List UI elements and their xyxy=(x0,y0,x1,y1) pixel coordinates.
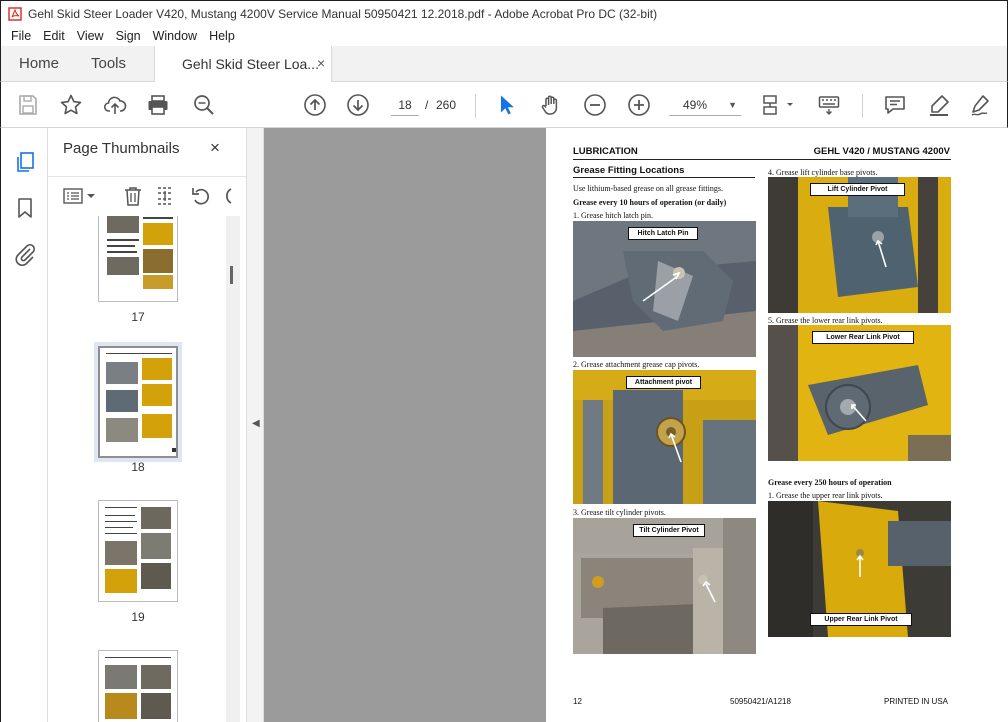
select-cursor-icon[interactable] xyxy=(495,93,519,117)
document-view[interactable]: LUBRICATION GEHL V420 / MUSTANG 4200V Gr… xyxy=(264,128,1008,722)
photo-attachment-pivot: Attachment pivot xyxy=(573,370,756,504)
rotate-left-icon[interactable] xyxy=(190,185,212,207)
toolbar: 18 / 260 49% ▼ xyxy=(0,82,1008,128)
page-display-icon[interactable] xyxy=(761,93,795,117)
menu-view[interactable]: View xyxy=(71,29,110,43)
page-header-right: GEHL V420 / MUSTANG 4200V xyxy=(813,146,950,157)
page-separator: / xyxy=(425,98,429,112)
photo-label: Lift Cylinder Pivot xyxy=(810,183,905,196)
left-navigation-rail xyxy=(0,128,48,722)
panel-toolbar xyxy=(48,176,246,214)
comment-icon[interactable] xyxy=(883,93,907,117)
pdf-page: LUBRICATION GEHL V420 / MUSTANG 4200V Gr… xyxy=(546,128,1008,722)
page-footer-printed: PRINTED IN USA xyxy=(884,697,949,706)
extract-page-icon[interactable] xyxy=(154,185,176,207)
close-panel-icon[interactable]: × xyxy=(210,138,220,158)
photo-hitch-latch-pin: Hitch Latch Pin xyxy=(573,221,756,357)
delete-page-icon[interactable] xyxy=(122,185,144,207)
window-title: Gehl Skid Steer Loader V420, Mustang 420… xyxy=(28,6,658,21)
title-bar: Gehl Skid Steer Loader V420, Mustang 420… xyxy=(0,0,1008,26)
zoom-value: 49% xyxy=(683,98,708,112)
toolbar-divider xyxy=(475,94,476,118)
scrollbar-thumb[interactable] xyxy=(230,266,233,284)
step-text: 4. Grease lift cylinder base pivots. xyxy=(768,168,878,177)
next-page-icon[interactable] xyxy=(346,93,370,117)
photo-tilt-cylinder-pivot: Tilt Cylinder Pivot xyxy=(573,518,756,654)
print-icon[interactable] xyxy=(146,93,170,117)
photo-lower-rear-link-pivot: Lower Rear Link Pivot xyxy=(768,325,951,461)
page-footer-number: 12 xyxy=(573,697,582,706)
toolbar-divider xyxy=(862,94,863,118)
highlight-pen-icon[interactable] xyxy=(927,93,951,117)
photo-label: Upper Rear Link Pivot xyxy=(810,613,912,626)
header-rule xyxy=(573,159,951,160)
hand-tool-icon[interactable] xyxy=(539,93,563,117)
thumbnail-page-label: 18 xyxy=(131,460,145,474)
keyboard-icon[interactable] xyxy=(817,93,841,117)
save-icon[interactable] xyxy=(16,93,40,117)
photo-upper-rear-link-pivot: Upper Rear Link Pivot xyxy=(768,501,951,637)
section-title: Grease Fitting Locations xyxy=(573,165,685,176)
bookmarks-icon[interactable] xyxy=(13,196,37,220)
tab-document[interactable]: Gehl Skid Steer Loa... × xyxy=(154,46,332,82)
previous-page-icon[interactable] xyxy=(303,93,327,117)
photo-label: Hitch Latch Pin xyxy=(628,227,698,240)
tab-home[interactable]: Home xyxy=(19,55,59,72)
thumbnail-list: 17 18 19 xyxy=(48,216,232,722)
tab-tools[interactable]: Tools xyxy=(91,55,126,72)
photo-label: Lower Rear Link Pivot xyxy=(812,331,914,344)
step-text: 1. Grease the upper rear link pivots. xyxy=(768,491,883,500)
close-tab-icon[interactable]: × xyxy=(317,55,325,71)
panel-splitter[interactable]: ◀ xyxy=(246,128,264,722)
step-text: 1. Grease hitch latch pin. xyxy=(573,211,653,220)
intro-text: Use lithium-based grease on all grease f… xyxy=(573,184,723,193)
page-thumbnails-panel: Page Thumbnails × 17 18 19 xyxy=(48,128,246,722)
menu-bar: File Edit View Sign Window Help xyxy=(0,26,1008,46)
menu-sign[interactable]: Sign xyxy=(110,29,147,43)
photo-label: Tilt Cylinder Pivot xyxy=(633,524,705,537)
thumbnail-page-18[interactable] xyxy=(94,342,182,462)
menu-file[interactable]: File xyxy=(5,29,37,43)
page-footer-docid: 50950421/A1218 xyxy=(730,697,791,706)
menu-window[interactable]: Window xyxy=(147,29,203,43)
acrobat-app-icon xyxy=(8,6,22,21)
rotate-right-icon[interactable] xyxy=(222,185,232,207)
zoom-select[interactable]: 49% ▼ xyxy=(669,94,741,116)
page-header-left: LUBRICATION xyxy=(573,146,638,157)
section-rule xyxy=(573,177,755,178)
tab-document-label: Gehl Skid Steer Loa... xyxy=(182,56,319,72)
thumbnail-page-label: 19 xyxy=(131,610,145,624)
thumbnail-page-19[interactable] xyxy=(98,500,178,602)
thumbnail-page-20[interactable] xyxy=(98,650,178,722)
thumbnail-page-label: 17 xyxy=(131,310,145,324)
panel-title: Page Thumbnails xyxy=(63,140,180,157)
thumbnail-page-17[interactable] xyxy=(98,216,178,302)
total-pages: 260 xyxy=(436,98,457,112)
thumbnail-scrollbar[interactable] xyxy=(226,216,240,722)
collapse-panel-icon[interactable]: ◀ xyxy=(252,418,260,429)
sign-pen-icon[interactable] xyxy=(969,93,993,117)
zoom-in-icon[interactable] xyxy=(627,93,651,117)
interval-heading: Grease every 10 hours of operation (or d… xyxy=(573,198,727,207)
page-thumbnails-icon[interactable] xyxy=(13,150,37,174)
options-menu-icon[interactable] xyxy=(62,185,98,207)
upload-cloud-icon[interactable] xyxy=(103,93,127,117)
step-text: 5. Grease the lower rear link pivots. xyxy=(768,316,883,325)
zoom-out-icon[interactable] xyxy=(583,93,607,117)
photo-label: Attachment pivot xyxy=(626,376,701,389)
photo-lift-cylinder-pivot: Lift Cylinder Pivot xyxy=(768,177,951,313)
menu-help[interactable]: Help xyxy=(203,29,241,43)
page-number-input[interactable]: 18 xyxy=(391,94,419,116)
attachments-icon[interactable] xyxy=(13,242,37,266)
menu-edit[interactable]: Edit xyxy=(37,29,71,43)
chevron-down-icon: ▼ xyxy=(728,100,737,110)
tab-bar: Home Tools Gehl Skid Steer Loa... × xyxy=(0,46,1008,82)
step-text: 2. Grease attachment grease cap pivots. xyxy=(573,360,700,369)
interval-heading: Grease every 250 hours of operation xyxy=(768,478,892,487)
find-zoom-icon[interactable] xyxy=(192,93,216,117)
step-text: 3. Grease tilt cylinder pivots. xyxy=(573,508,666,517)
bookmark-star-icon[interactable] xyxy=(59,93,83,117)
